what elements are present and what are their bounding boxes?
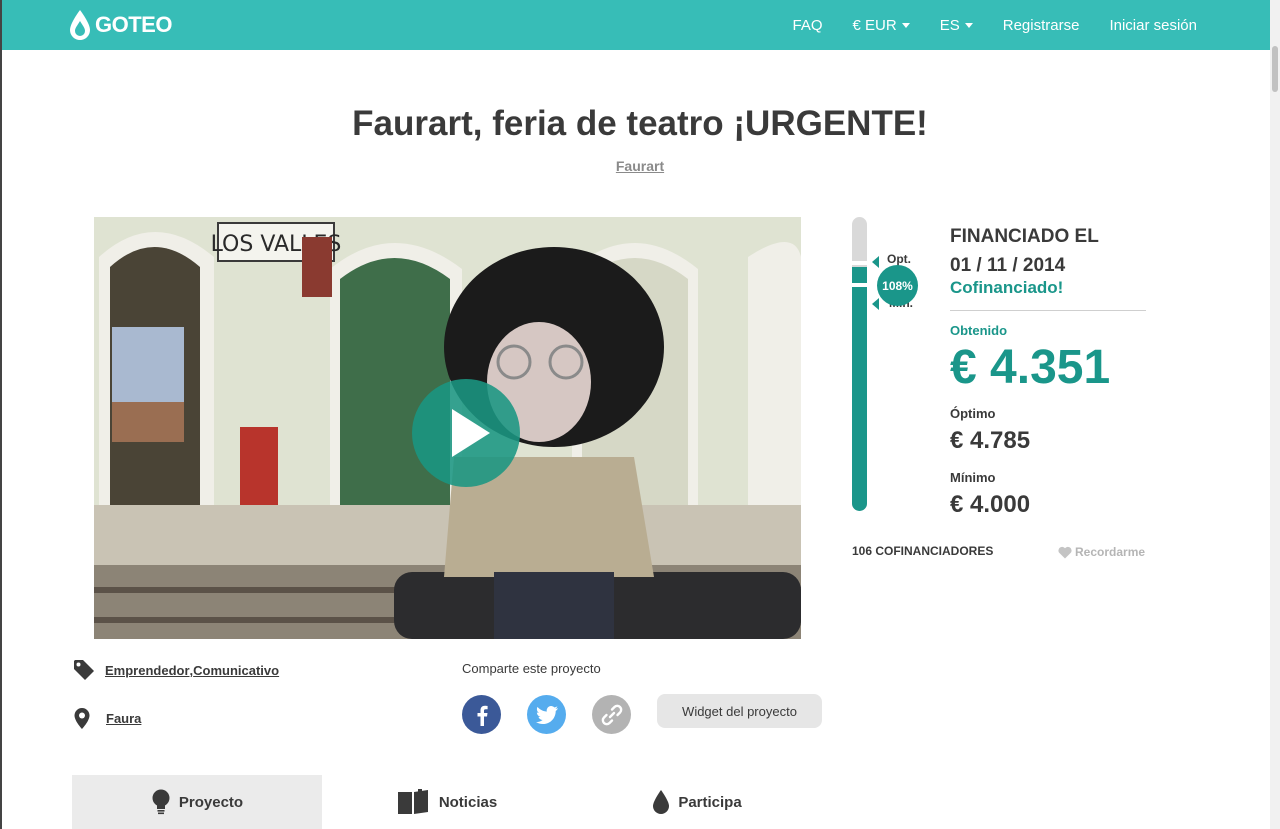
tab-proyecto-label: Proyecto xyxy=(178,793,244,811)
play-icon[interactable] xyxy=(412,379,520,487)
progress-percent-badge: 108% xyxy=(877,265,918,306)
share-title: Comparte este proyecto xyxy=(462,661,601,676)
backers-count: 106 COFINANCIADORES xyxy=(852,544,994,558)
obtained-label: Obtenido xyxy=(950,323,1008,338)
divider xyxy=(950,310,1146,311)
project-video[interactable]: LOS VALLES xyxy=(94,217,801,639)
tab-noticias[interactable]: Noticias xyxy=(322,775,572,829)
remind-me-label: Recordarme xyxy=(1075,545,1146,559)
widget-button[interactable]: Widget del proyecto xyxy=(657,694,822,728)
optimum-marker-label: Opt. xyxy=(887,252,911,266)
category-link-emprendedor[interactable]: Emprendedor xyxy=(105,663,190,678)
twitter-icon xyxy=(535,705,558,724)
lightbulb-icon xyxy=(152,789,170,815)
facebook-icon xyxy=(477,705,488,726)
funded-title-line1: FINANCIADO EL xyxy=(950,226,1099,247)
remind-me-button[interactable]: Recordarme xyxy=(1058,545,1145,559)
optimum-amount: € 4.785 xyxy=(950,427,1031,454)
copy-link-button[interactable] xyxy=(592,695,631,734)
book-icon xyxy=(397,789,428,814)
optimum-label: Óptimo xyxy=(950,406,996,421)
goteo-logo[interactable]: GOTEO xyxy=(68,8,172,42)
thermometer-fill xyxy=(852,267,867,511)
heart-icon xyxy=(1058,546,1072,558)
project-owner-link[interactable]: Faurart xyxy=(0,158,1280,174)
funding-status: Cofinanciado! xyxy=(950,278,1064,297)
funding-thermometer xyxy=(852,217,867,511)
language-label: ES xyxy=(939,16,960,34)
drop-icon xyxy=(653,790,670,814)
project-title: Faurart, feria de teatro ¡URGENTE! xyxy=(352,104,928,143)
minimum-amount: € 4.000 xyxy=(950,491,1031,518)
facebook-share-button[interactable] xyxy=(462,695,501,734)
twitter-share-button[interactable] xyxy=(527,695,566,734)
tab-participa[interactable]: Participa xyxy=(572,775,822,829)
tab-proyecto[interactable]: Proyecto xyxy=(72,775,322,829)
location-link[interactable]: Faura xyxy=(106,711,141,726)
optimum-marker-icon xyxy=(872,256,879,268)
funded-date-heading: FINANCIADO EL 01 / 11 / 2014 xyxy=(950,222,1099,280)
tab-noticias-label: Noticias xyxy=(438,793,498,811)
main-nav: FAQ € EUR ES Registrarse Iniciar sesión xyxy=(763,0,1197,50)
tab-participa-label: Participa xyxy=(678,793,742,811)
tag-icon xyxy=(74,660,94,680)
thermometer-optimum-gap xyxy=(852,261,867,265)
nav-faq[interactable]: FAQ xyxy=(793,17,823,34)
caret-down-icon xyxy=(901,22,910,28)
minimum-marker-icon xyxy=(872,298,879,310)
location-row: Faura xyxy=(73,708,141,729)
top-navbar: GOTEO FAQ € EUR ES Registrarse Iniciar s… xyxy=(2,0,1270,50)
link-icon xyxy=(601,704,622,725)
nav-register[interactable]: Registrarse xyxy=(1003,17,1080,34)
drop-logo-icon xyxy=(70,10,90,40)
caret-down-icon xyxy=(964,22,973,28)
minimum-label: Mínimo xyxy=(950,470,996,485)
categories-row: Emprendedor, Comunicativo xyxy=(73,659,279,681)
funded-date: 01 / 11 / 2014 xyxy=(950,255,1066,276)
scrollbar-thumb[interactable] xyxy=(1272,46,1278,92)
currency-dropdown[interactable]: € EUR xyxy=(853,17,910,34)
thermometer-minimum-gap xyxy=(852,283,867,287)
obtained-amount: € 4.351 xyxy=(950,341,1111,394)
language-dropdown[interactable]: ES xyxy=(940,17,973,34)
currency-label: € EUR xyxy=(852,16,897,34)
nav-login[interactable]: Iniciar sesión xyxy=(1109,17,1197,34)
logo-text: GOTEO xyxy=(95,12,172,37)
location-pin-icon xyxy=(74,708,90,729)
category-link-comunicativo[interactable]: Comunicativo xyxy=(193,663,279,678)
